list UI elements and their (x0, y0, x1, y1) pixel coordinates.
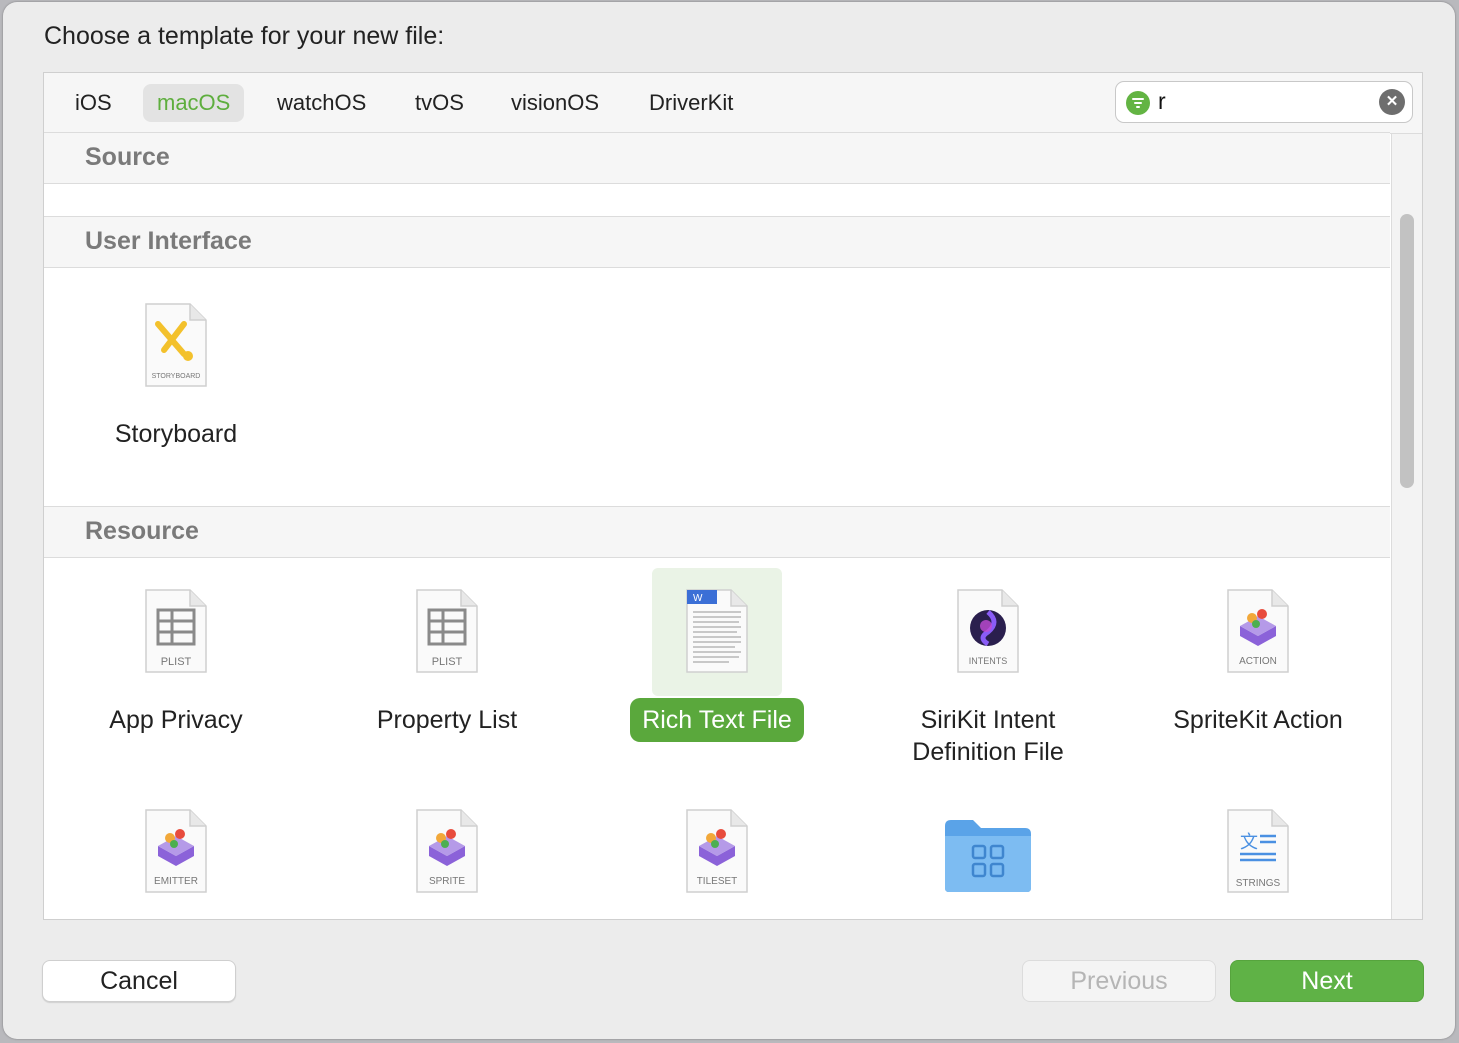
label-line-2: Definition File (912, 738, 1064, 766)
storyboard-icon: STORYBOARD (111, 282, 241, 410)
plist-icon: PLIST (111, 568, 241, 696)
template-label: Rich Text File (630, 698, 804, 742)
template-panel: iOS macOS watchOS tvOS visionOS DriverKi… (43, 72, 1423, 920)
spritekit-icon: SPRITE (382, 788, 512, 916)
platform-tab-bar: iOS macOS watchOS tvOS visionOS DriverKi… (44, 73, 1422, 134)
search-input[interactable] (1158, 86, 1358, 116)
template-label: Property List (376, 706, 518, 734)
section-header-user-interface: User Interface (44, 216, 1390, 268)
rich-text-icon: W (652, 568, 782, 696)
template-tileset[interactable]: TILESET (597, 788, 837, 916)
template-rich-text-file[interactable]: W Rich Text File (597, 568, 837, 742)
badge-sprite: SPRITE (429, 876, 465, 887)
section-header-resource: Resource (44, 506, 1390, 558)
badge-tileset: TILESET (697, 876, 738, 887)
svg-text:W: W (693, 593, 703, 604)
filter-icon[interactable] (1126, 91, 1150, 115)
plist-icon: PLIST (382, 568, 512, 696)
template-label: App Privacy (109, 706, 243, 734)
label-line-1: SiriKit Intent (920, 706, 1056, 734)
template-property-list[interactable]: PLIST Property List (327, 568, 567, 742)
template-label: SpriteKit Action (1173, 706, 1343, 734)
template-folder[interactable] (868, 788, 1108, 916)
tab-ios[interactable]: iOS (61, 84, 126, 122)
template-app-privacy[interactable]: PLIST App Privacy (56, 568, 296, 742)
scrollbar-thumb[interactable] (1400, 214, 1414, 488)
template-spritekit-action[interactable]: ACTION SpriteKit Action (1138, 568, 1378, 742)
previous-button[interactable]: Previous (1022, 960, 1216, 1002)
clear-icon[interactable]: ✕ (1379, 89, 1405, 115)
template-label: SiriKit Intent Definition File (900, 698, 1075, 774)
template-sirikit-intent[interactable]: INTENTS SiriKit Intent Definition File (868, 568, 1108, 774)
section-title-source: Source (85, 143, 170, 171)
template-sprite[interactable]: SPRITE (327, 788, 567, 916)
template-sheet: Choose a template for your new file: iOS… (3, 2, 1455, 1039)
next-button[interactable]: Next (1230, 960, 1424, 1002)
badge-action: ACTION (1239, 656, 1277, 667)
tab-driverkit[interactable]: DriverKit (635, 84, 747, 122)
tab-tvos[interactable]: tvOS (401, 84, 478, 122)
badge-emitter: EMITTER (154, 876, 198, 887)
tab-macos[interactable]: macOS (143, 84, 245, 122)
folder-icon (923, 788, 1053, 916)
svg-text:文: 文 (1240, 832, 1258, 853)
sheet-prompt: Choose a template for your new file: (44, 22, 445, 50)
badge-intents: INTENTS (969, 656, 1008, 666)
search-field[interactable]: ✕ (1115, 81, 1413, 123)
badge-plist: PLIST (161, 656, 192, 668)
template-emitter[interactable]: EMITTER (56, 788, 296, 916)
spritekit-icon: EMITTER (111, 788, 241, 916)
template-list: Source User Interface STORYBOARD Storybo… (44, 132, 1390, 919)
badge-strings: STRINGS (1236, 878, 1281, 889)
spritekit-icon: ACTION (1193, 568, 1323, 696)
tab-visionos[interactable]: visionOS (497, 84, 613, 122)
template-label: Storyboard (114, 420, 238, 448)
template-strings[interactable]: 文 STRINGS (1138, 788, 1378, 916)
template-storyboard[interactable]: STORYBOARD Storyboard (56, 282, 296, 456)
spritekit-icon: TILESET (652, 788, 782, 916)
vertical-scrollbar[interactable] (1391, 134, 1422, 919)
badge-storyboard: STORYBOARD (152, 373, 201, 380)
section-title-user-interface: User Interface (85, 227, 252, 255)
intents-icon: INTENTS (923, 568, 1053, 696)
section-title-resource: Resource (85, 517, 199, 545)
tab-watchos[interactable]: watchOS (263, 84, 380, 122)
badge-plist: PLIST (432, 656, 463, 668)
cancel-button[interactable]: Cancel (42, 960, 236, 1002)
section-header-source: Source (44, 132, 1390, 184)
strings-icon: 文 STRINGS (1193, 788, 1323, 916)
